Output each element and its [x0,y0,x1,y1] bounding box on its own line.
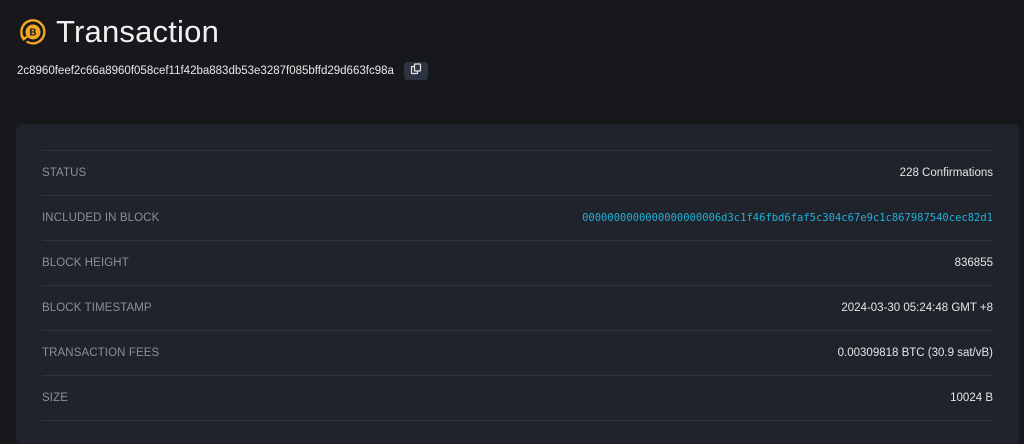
copy-icon [410,62,422,80]
size-value: 10024 B [950,392,993,404]
copy-txid-button[interactable] [403,62,428,80]
svg-text:B: B [29,28,36,39]
detail-row-height: BLOCK HEIGHT 836855 [42,241,993,286]
block-height-label: BLOCK HEIGHT [42,257,129,269]
page-header: B Transaction [18,14,219,50]
block-hash-link[interactable]: 0000000000000000000006d3c1f46fbd6faf5c30… [582,212,993,224]
block-height-value: 836855 [954,257,993,269]
bitcoin-coin-icon: B [18,17,48,47]
block-timestamp-label: BLOCK TIMESTAMP [42,302,152,314]
transaction-id-row: 2c8960feef2c66a8960f058cef11f42ba883db53… [17,62,428,80]
status-label: STATUS [42,167,87,179]
page-title: Transaction [56,14,220,49]
included-in-block-label: INCLUDED IN BLOCK [42,212,160,224]
transaction-details-panel: STATUS 228 Confirmations INCLUDED IN BLO… [16,124,1019,444]
transaction-id: 2c8960feef2c66a8960f058cef11f42ba883db53… [17,65,394,77]
detail-row-block: INCLUDED IN BLOCK 0000000000000000000006… [42,196,993,241]
detail-row-size: SIZE 10024 B [42,376,993,421]
details-table: STATUS 228 Confirmations INCLUDED IN BLO… [42,150,993,421]
detail-row-fees: TRANSACTION FEES 0.00309818 BTC (30.9 sa… [42,331,993,376]
block-timestamp-value: 2024-03-30 05:24:48 GMT +8 [841,302,993,314]
transaction-fees-value: 0.00309818 BTC (30.9 sat/vB) [837,347,993,359]
detail-row-status: STATUS 228 Confirmations [42,151,993,196]
size-label: SIZE [42,392,68,404]
status-value: 228 Confirmations [899,167,993,179]
transaction-fees-label: TRANSACTION FEES [42,347,160,359]
detail-row-timestamp: BLOCK TIMESTAMP 2024-03-30 05:24:48 GMT … [42,286,993,331]
